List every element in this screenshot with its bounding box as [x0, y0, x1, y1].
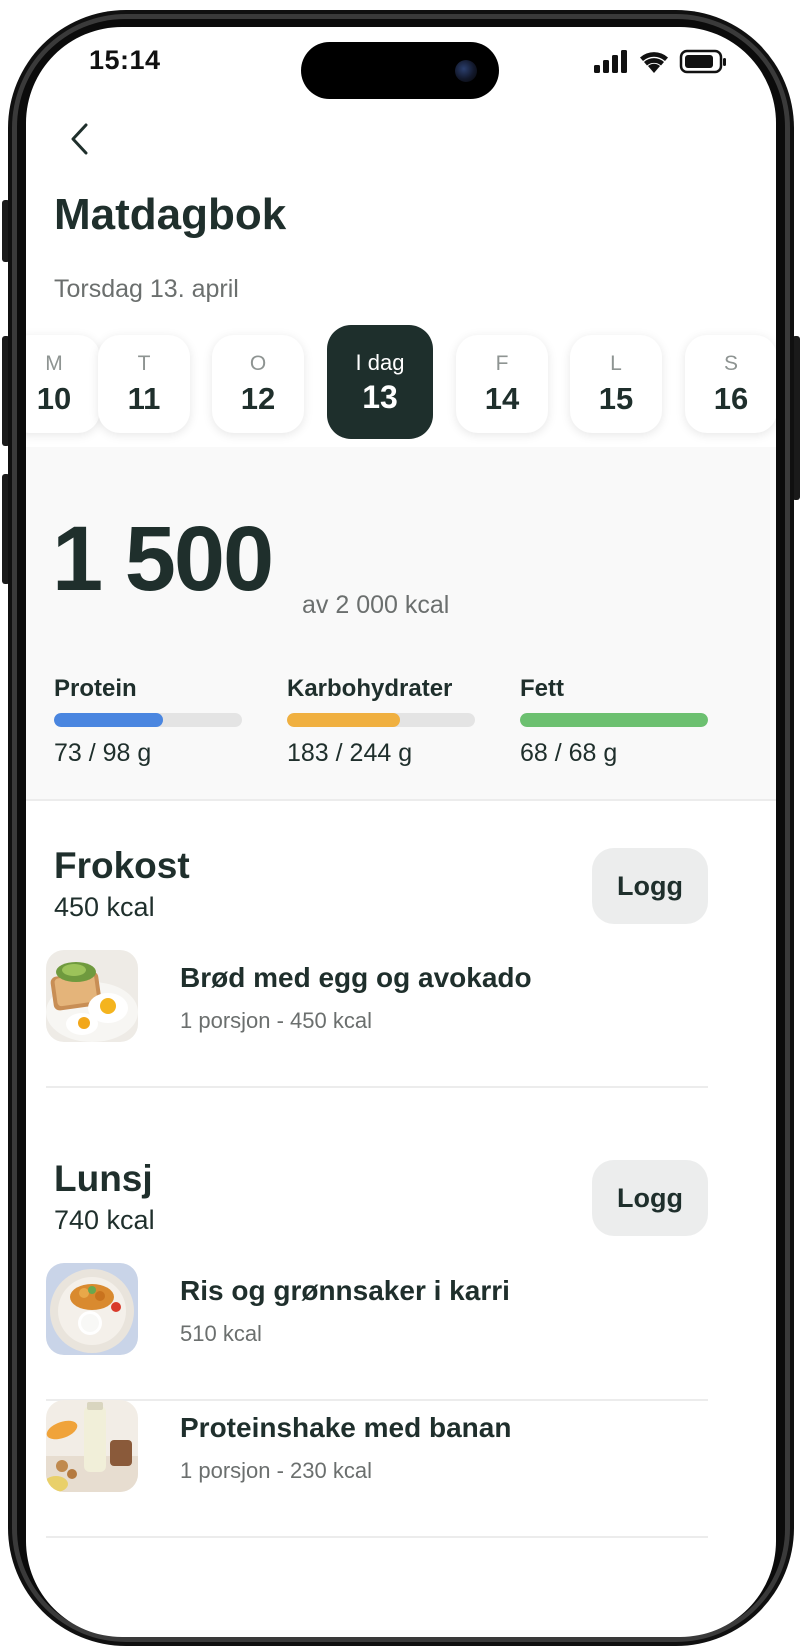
macro-progress-track	[54, 713, 242, 727]
calorie-goal: av 2 000 kcal	[302, 591, 450, 619]
day-chip-saturday[interactable]: L 15	[570, 335, 662, 433]
macro-carbs: Karbohydrater 183 / 244 g	[287, 675, 477, 768]
day-number: 11	[127, 381, 161, 416]
day-number: 16	[713, 381, 749, 416]
rice-curry-photo	[46, 1263, 138, 1355]
day-chip-wednesday[interactable]: O 12	[212, 335, 304, 433]
day-chip-tuesday[interactable]: T 11	[98, 335, 190, 433]
macro-progress-track	[287, 713, 475, 727]
food-item-lunch-1[interactable]: Ris og grønnsaker i karri 510 kcal	[46, 1263, 708, 1401]
macro-progress-track	[520, 713, 708, 727]
wifi-icon	[640, 52, 668, 73]
day-number: 12	[240, 381, 276, 416]
status-time: 15:14	[89, 45, 161, 75]
day-letter: T	[137, 352, 151, 375]
day-letter: F	[495, 352, 509, 375]
day-letter: I dag	[355, 350, 405, 375]
day-chip-today[interactable]: I dag 13	[327, 325, 433, 439]
phone-screen: 15:14 Matdagbok Torsdag 13. april M 10 T…	[26, 27, 776, 1637]
day-letter: L	[610, 352, 622, 375]
day-letter: M	[45, 352, 63, 375]
day-number: 14	[484, 381, 520, 416]
macro-name: Protein	[54, 675, 137, 702]
macro-name: Karbohydrater	[287, 675, 453, 702]
daily-summary: 1 500 av 2 000 kcal Protein 73 / 98 g Ka…	[26, 447, 776, 801]
meal-kcal-breakfast: 450 kcal	[54, 892, 155, 922]
food-name: Proteinshake med banan	[180, 1412, 512, 1443]
day-number: 10	[36, 381, 72, 416]
food-item-breakfast-1[interactable]: Brød med egg og avokado 1 porsjon - 450 …	[46, 950, 708, 1088]
macro-name: Fett	[520, 675, 564, 702]
battery-icon	[679, 49, 726, 74]
food-detail: 1 porsjon - 230 kcal	[180, 1458, 372, 1483]
macro-progress-fill	[520, 713, 708, 727]
dynamic-island	[301, 42, 499, 99]
meal-title-lunch: Lunsj	[54, 1158, 153, 1199]
status-icons	[594, 49, 726, 74]
macro-protein: Protein 73 / 98 g	[54, 675, 244, 768]
day-letter: S	[723, 352, 738, 375]
day-chip-sunday[interactable]: S 16	[685, 335, 776, 433]
toast-egg-avocado-photo	[46, 950, 138, 1042]
log-breakfast-button[interactable]: Logg	[592, 848, 708, 924]
food-detail: 1 porsjon - 450 kcal	[180, 1008, 372, 1033]
macro-value: 68 / 68 g	[520, 739, 618, 767]
day-chip-monday[interactable]: M 10	[26, 335, 100, 433]
macro-progress-fill	[54, 713, 164, 727]
food-name: Brød med egg og avokado	[180, 962, 532, 993]
day-selector[interactable]: M 10 T 11 O 12 I dag 13 F 14 L 15 S 16	[26, 325, 776, 445]
day-chip-friday[interactable]: F 14	[456, 335, 548, 433]
day-number: 15	[598, 381, 634, 416]
front-camera	[455, 60, 477, 82]
meal-title-breakfast: Frokost	[54, 845, 190, 886]
selected-date: Torsdag 13. april	[54, 275, 239, 303]
food-detail: 510 kcal	[180, 1321, 262, 1346]
calories-consumed: 1 500	[52, 508, 274, 610]
log-lunch-button[interactable]: Logg	[592, 1160, 708, 1236]
food-item-lunch-2[interactable]: Proteinshake med banan 1 porsjon - 230 k…	[46, 1400, 708, 1538]
food-name: Ris og grønnsaker i karri	[180, 1275, 510, 1306]
day-letter: O	[249, 352, 267, 375]
page-title: Matdagbok	[54, 190, 287, 239]
back-chevron-icon[interactable]	[64, 119, 104, 159]
macro-progress-fill	[287, 713, 400, 727]
protein-shake-photo	[46, 1400, 138, 1492]
macro-fat: Fett 68 / 68 g	[520, 675, 710, 768]
macro-value: 73 / 98 g	[54, 739, 152, 767]
cellular-signal-icon	[594, 50, 627, 73]
day-number: 13	[362, 379, 398, 415]
macro-value: 183 / 244 g	[287, 739, 413, 767]
meal-kcal-lunch: 740 kcal	[54, 1205, 155, 1235]
